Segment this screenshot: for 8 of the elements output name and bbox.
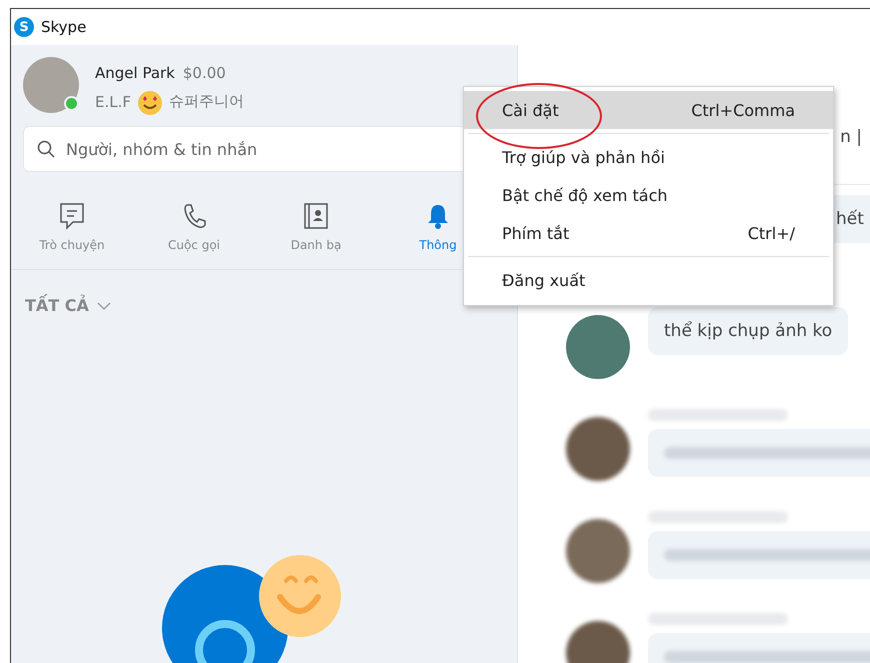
header-text: n | [840, 127, 862, 147]
mood-text: 슈퍼주니어 [169, 92, 244, 111]
window-title: Skype [41, 18, 86, 36]
message-bubble: thể kịp chụp ảnh ko [648, 307, 848, 355]
skype-logo: S [14, 17, 34, 37]
mood-text: E.L.F [95, 92, 131, 110]
balance: $0.00 [182, 64, 226, 82]
profile-name: Angel Park [95, 64, 175, 82]
